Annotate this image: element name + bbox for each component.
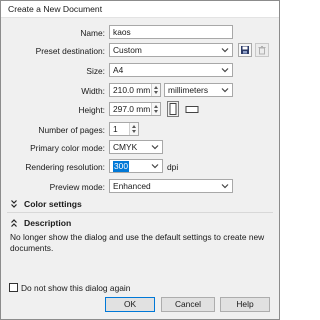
number-of-pages-input[interactable]: 1 xyxy=(109,122,139,136)
help-button[interactable]: Help xyxy=(220,297,270,312)
description-header[interactable]: Description xyxy=(24,218,71,228)
new-document-dialog: Create a New Document Name: kaos Preset … xyxy=(0,0,280,320)
description-text: No longer show the dialog and use the de… xyxy=(10,232,265,253)
save-icon xyxy=(241,46,249,54)
preset-destination-label: Preset destination: xyxy=(35,46,105,56)
preset-destination-select[interactable]: Custom xyxy=(109,43,233,57)
portrait-orientation-button[interactable] xyxy=(167,101,179,117)
section-divider xyxy=(7,212,273,213)
resolution-select[interactable]: 300 xyxy=(109,159,163,173)
do-not-show-label[interactable]: Do not show this dialog again xyxy=(21,283,130,293)
number-of-pages-label: Number of pages: xyxy=(38,125,105,135)
preview-mode-select[interactable]: Enhanced xyxy=(109,179,233,193)
do-not-show-checkbox[interactable] xyxy=(9,283,18,292)
dialog-title: Create a New Document xyxy=(8,4,103,14)
name-input[interactable]: kaos xyxy=(109,25,233,39)
pages-spinner[interactable] xyxy=(129,123,138,135)
rendering-resolution-label: Rendering resolution: xyxy=(25,162,105,172)
chevron-down-icon xyxy=(221,184,229,189)
title-bar: Create a New Document xyxy=(1,1,279,18)
chevron-down-icon xyxy=(221,68,229,73)
chevron-down-icon xyxy=(221,88,229,93)
height-spinner[interactable] xyxy=(151,103,160,115)
resolution-unit: dpi xyxy=(167,162,179,172)
delete-preset-button[interactable] xyxy=(255,43,269,57)
width-spinner[interactable] xyxy=(151,84,160,96)
color-settings-header[interactable]: Color settings xyxy=(24,199,82,209)
portrait-page-icon xyxy=(169,103,177,115)
primary-color-mode-label: Primary color mode: xyxy=(30,143,105,153)
expand-chevrons-icon[interactable] xyxy=(10,199,18,209)
height-label: Height: xyxy=(78,105,105,115)
landscape-orientation-button[interactable] xyxy=(184,104,200,115)
color-mode-select[interactable]: CMYK xyxy=(109,140,163,154)
size-label: Size: xyxy=(86,66,105,76)
chevron-down-icon xyxy=(221,48,229,53)
collapse-chevrons-icon[interactable] xyxy=(10,218,18,228)
name-label: Name: xyxy=(80,28,105,38)
save-preset-button[interactable] xyxy=(238,43,252,57)
width-label: Width: xyxy=(81,86,105,96)
landscape-page-icon xyxy=(185,106,199,113)
cancel-button[interactable]: Cancel xyxy=(161,297,215,312)
trash-icon xyxy=(258,46,266,55)
chevron-down-icon xyxy=(151,145,159,150)
preview-mode-label: Preview mode: xyxy=(49,182,105,192)
units-select[interactable]: millimeters xyxy=(164,83,233,97)
size-select[interactable]: A4 xyxy=(109,63,233,77)
width-input[interactable]: 210.0 mm xyxy=(109,83,161,97)
height-input[interactable]: 297.0 mm xyxy=(109,102,161,116)
ok-button[interactable]: OK xyxy=(105,297,155,312)
chevron-down-icon xyxy=(151,164,159,169)
